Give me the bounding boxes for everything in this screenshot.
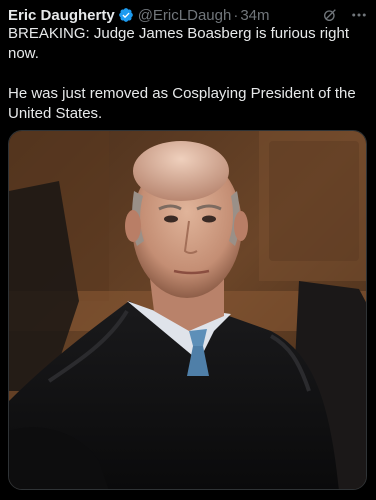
- tweet-header: Eric Daugherty @EricLDaugh · 34m: [8, 4, 368, 26]
- tweet-card[interactable]: Eric Daugherty @EricLDaugh · 34m BREAKIN…: [0, 0, 376, 500]
- tweet-text: BREAKING: Judge James Boasberg is furiou…: [8, 24, 364, 144]
- judge-portrait-photo: [9, 131, 366, 489]
- tweet-media-photo[interactable]: [8, 130, 367, 490]
- tweet-text-paragraph: He was just removed as Cosplaying Presid…: [8, 85, 356, 122]
- tweet-text-paragraph: BREAKING: Judge James Boasberg is furiou…: [8, 25, 349, 62]
- timestamp[interactable]: 34m: [240, 7, 269, 24]
- author-name[interactable]: Eric Daugherty: [8, 7, 115, 24]
- header-actions: [322, 6, 368, 24]
- author-handle[interactable]: @EricLDaugh: [138, 7, 232, 24]
- grok-icon[interactable]: [322, 7, 338, 23]
- separator-dot: ·: [233, 6, 239, 24]
- verified-badge-icon: [118, 7, 134, 23]
- more-icon[interactable]: [350, 6, 368, 24]
